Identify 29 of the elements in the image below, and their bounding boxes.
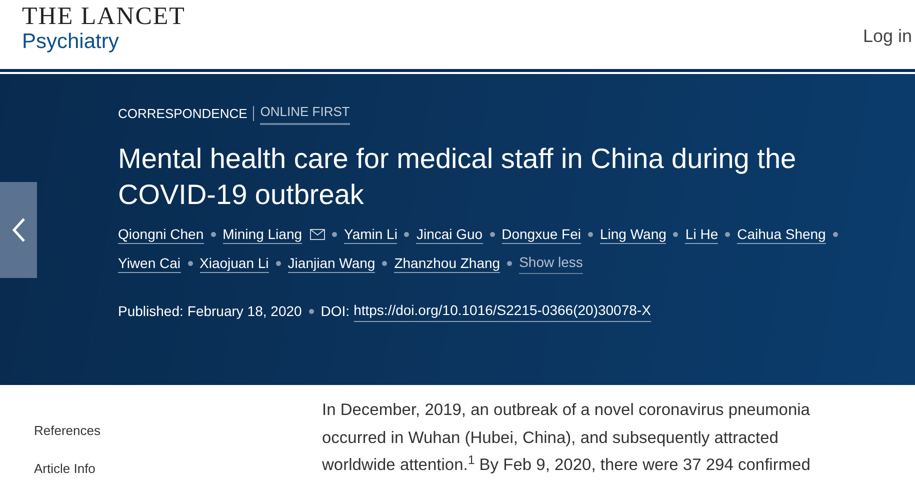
body-paragraph: In December, 2019, an outbreak of a novel coronavirus pneumonia occurred in Wuhan (Hubei, China), and subsequently attracted worldwide attention.$^{1}$ By Feb 9, 2020, there were 37 294 confirmed: [322, 400, 812, 476]
author-link[interactable]: Jincai Guo: [416, 225, 483, 244]
author-link[interactable]: Qiongni Chen: [118, 225, 204, 244]
article-title: Mental health care for medical staff in China during the COVID-19 outbreak: [118, 142, 798, 212]
login-link[interactable]: Log in: [862, 23, 912, 50]
author-link[interactable]: Xiaojuan Li: [200, 254, 269, 274]
chevron-left-icon: [12, 217, 26, 243]
author-link[interactable]: Zhanzhou Zhang: [394, 254, 500, 274]
author-link[interactable]: Caihua Sheng: [737, 225, 826, 244]
doi-link[interactable]: https://doi.org/10.1016/S2215-0366(20)30078-X: [354, 300, 651, 322]
author-link[interactable]: Li He: [685, 225, 718, 244]
logo-title: THE LANCET: [22, 4, 186, 29]
published-label: Published:: [118, 302, 184, 321]
previous-button[interactable]: [0, 182, 37, 278]
author-link[interactable]: Ling Wang: [600, 225, 666, 244]
show-less-link[interactable]: Show less: [519, 252, 583, 274]
logo-subtitle: Psychiatry: [22, 29, 120, 54]
status-link[interactable]: ONLINE FIRST: [260, 102, 350, 124]
sidebar-link[interactable]: References: [34, 423, 322, 439]
email-icon[interactable]: [310, 229, 326, 240]
published-date: February 18, 2020: [187, 302, 302, 321]
author-link[interactable]: Jianjian Wang: [288, 254, 376, 274]
sidebar-link[interactable]: Article Info: [34, 460, 322, 476]
author-link[interactable]: Dongxue Fei: [502, 225, 581, 244]
author-link[interactable]: Yamin Li: [344, 225, 398, 244]
author-link[interactable]: Yiwen Cai: [118, 254, 181, 274]
article-type: CORRESPONDENCE: [118, 104, 248, 122]
author-link[interactable]: Mining Liang: [222, 225, 302, 244]
doi-label: DOI:: [320, 302, 350, 321]
